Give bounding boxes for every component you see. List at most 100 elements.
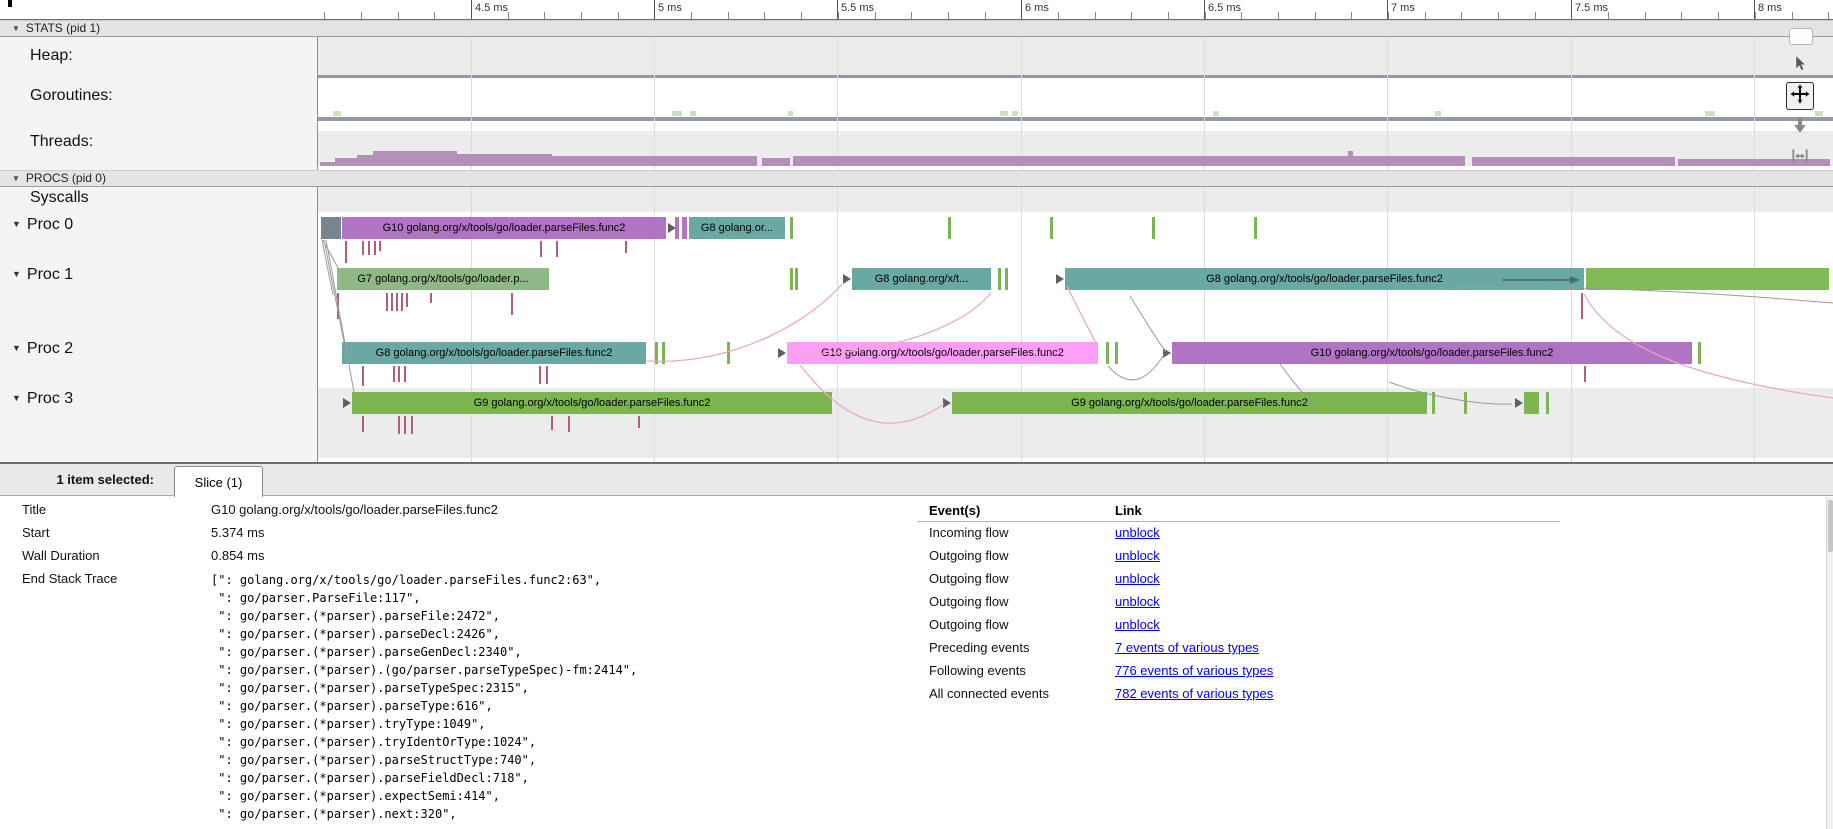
heap-track-bg[interactable] bbox=[318, 37, 1833, 75]
timeline-view[interactable]: 4.5 ms5 ms5.5 ms6 ms6.5 ms7 ms7.5 ms8 ms… bbox=[0, 0, 1833, 462]
trace-slice[interactable] bbox=[790, 217, 793, 239]
instant-event-tick[interactable] bbox=[638, 416, 640, 428]
trace-slice[interactable] bbox=[662, 342, 665, 364]
ruler-minor-tick bbox=[1315, 12, 1316, 19]
procs-group-header[interactable]: ▼PROCS (pid 0) bbox=[0, 170, 1833, 187]
instant-event-tick[interactable] bbox=[406, 293, 408, 307]
goroutines-track-bg[interactable] bbox=[318, 78, 1833, 117]
instant-event-tick[interactable] bbox=[374, 241, 376, 255]
event-link[interactable]: unblock bbox=[1115, 617, 1160, 632]
trace-slice[interactable]: G9 golang.org/x/tools/go/loader.parseFil… bbox=[952, 392, 1427, 414]
instant-event-tick[interactable] bbox=[386, 293, 388, 311]
trace-slice[interactable] bbox=[795, 268, 798, 290]
trace-slice[interactable] bbox=[1464, 392, 1467, 414]
event-link[interactable]: unblock bbox=[1115, 594, 1160, 609]
trace-slice[interactable]: G7 golang.org/x/tools/go/loader.p... bbox=[337, 268, 549, 290]
trace-slice[interactable] bbox=[1524, 392, 1539, 414]
instant-event-tick[interactable] bbox=[393, 366, 395, 382]
event-link[interactable]: unblock bbox=[1115, 525, 1160, 540]
flow-event-curve bbox=[326, 240, 354, 392]
instant-event-tick[interactable] bbox=[398, 366, 400, 382]
instant-event-tick[interactable] bbox=[1581, 293, 1583, 319]
instant-event-tick[interactable] bbox=[568, 416, 570, 432]
ruler-major-tick bbox=[1571, 0, 1572, 19]
trace-slice[interactable] bbox=[1586, 268, 1829, 290]
instant-event-tick[interactable] bbox=[362, 416, 364, 432]
trace-slice[interactable]: G8 golang.org/x/t... bbox=[852, 268, 991, 290]
timing-tool-button[interactable] bbox=[1786, 144, 1814, 172]
event-link[interactable]: unblock bbox=[1115, 571, 1160, 586]
trace-slice[interactable] bbox=[682, 217, 687, 239]
pan-icon bbox=[1790, 84, 1810, 109]
instant-event-tick[interactable] bbox=[396, 293, 398, 311]
instant-event-tick[interactable] bbox=[404, 366, 406, 382]
instant-event-tick[interactable] bbox=[368, 241, 370, 255]
trace-slice[interactable] bbox=[655, 342, 658, 364]
trace-slice[interactable] bbox=[1050, 217, 1053, 239]
trace-slice[interactable] bbox=[1115, 342, 1118, 364]
stats-group-header[interactable]: ▼STATS (pid 1) bbox=[0, 20, 1833, 37]
instant-event-tick[interactable] bbox=[362, 366, 364, 386]
trace-slice[interactable] bbox=[998, 268, 1001, 290]
instant-event-tick[interactable] bbox=[540, 241, 542, 257]
instant-event-tick[interactable] bbox=[625, 241, 627, 253]
event-link[interactable]: 776 events of various types bbox=[1115, 663, 1273, 678]
flow-arrowhead-icon bbox=[668, 223, 676, 233]
trace-slice[interactable]: G10 golang.org/x/tools/go/loader.parseFi… bbox=[342, 217, 666, 239]
trace-slice[interactable] bbox=[790, 268, 793, 290]
event-link[interactable]: 7 events of various types bbox=[1115, 640, 1259, 655]
instant-event-tick[interactable] bbox=[401, 293, 403, 311]
gridline bbox=[1754, 20, 1755, 462]
minimap-box[interactable] bbox=[1789, 28, 1813, 45]
trace-slice[interactable]: G8 golang.org/x/tools/go/loader.parseFil… bbox=[342, 342, 646, 364]
instant-event-tick[interactable] bbox=[511, 293, 513, 315]
instant-event-tick[interactable] bbox=[539, 366, 541, 384]
trace-slice[interactable] bbox=[1698, 342, 1701, 364]
instant-event-tick[interactable] bbox=[391, 293, 393, 311]
instant-event-tick[interactable] bbox=[430, 293, 432, 303]
instant-event-tick[interactable] bbox=[345, 241, 347, 263]
instant-event-tick[interactable] bbox=[337, 293, 339, 319]
instant-event-tick[interactable] bbox=[404, 416, 406, 434]
trace-slice[interactable]: G10 golang.org/x/tools/go/loader.parseFi… bbox=[1172, 342, 1692, 364]
timeline-ruler[interactable]: 4.5 ms5 ms5.5 ms6 ms6.5 ms7 ms7.5 ms8 ms bbox=[0, 0, 1833, 20]
trace-slice[interactable] bbox=[1254, 217, 1257, 239]
goroutine-activity-mark bbox=[1012, 111, 1018, 116]
trace-slice[interactable]: G10 golang.org/x/tools/go/loader.parseFi… bbox=[787, 342, 1098, 364]
trace-slice[interactable] bbox=[948, 217, 951, 239]
ruler-major-tick bbox=[837, 0, 838, 19]
instant-event-tick[interactable] bbox=[398, 416, 400, 434]
track-label-heap: Heap: bbox=[30, 47, 73, 65]
instant-event-tick[interactable] bbox=[1584, 366, 1586, 382]
collapse-triangle-icon: ▼ bbox=[12, 219, 21, 229]
selection-tool-button[interactable] bbox=[1786, 51, 1814, 79]
instant-event-tick[interactable] bbox=[379, 241, 381, 251]
goroutine-activity-mark bbox=[788, 111, 793, 116]
zoom-tool-button[interactable] bbox=[1786, 113, 1814, 141]
instant-event-tick[interactable] bbox=[362, 241, 364, 255]
trace-slice[interactable] bbox=[727, 342, 730, 364]
tab-slice[interactable]: Slice (1) bbox=[174, 466, 263, 497]
trace-slice[interactable] bbox=[1546, 392, 1549, 414]
trace-slice[interactable] bbox=[1005, 268, 1008, 290]
instant-event-tick[interactable] bbox=[411, 416, 413, 434]
panel-scrollbar-thumb[interactable] bbox=[1828, 500, 1833, 552]
panel-scrollbar[interactable] bbox=[1826, 497, 1833, 829]
instant-event-tick[interactable] bbox=[546, 366, 548, 384]
syscalls-track-bg[interactable] bbox=[318, 185, 1833, 212]
trace-slice[interactable] bbox=[321, 217, 341, 239]
event-link[interactable]: 782 events of various types bbox=[1115, 686, 1273, 701]
goroutine-activity-mark bbox=[690, 111, 696, 116]
trace-slice[interactable] bbox=[1152, 217, 1155, 239]
instant-event-tick[interactable] bbox=[556, 241, 558, 257]
pan-tool-button[interactable] bbox=[1786, 82, 1814, 110]
instant-event-tick[interactable] bbox=[551, 416, 553, 430]
end-stack-trace: [": golang.org/x/tools/go/loader.parseFi… bbox=[211, 571, 637, 823]
trace-slice[interactable]: G8 golang.or... bbox=[689, 217, 785, 239]
ruler-minor-tick bbox=[324, 12, 325, 19]
trace-slice[interactable] bbox=[1432, 392, 1435, 414]
event-link[interactable]: unblock bbox=[1115, 548, 1160, 563]
trace-slice[interactable]: G8 golang.org/x/tools/go/loader.parseFil… bbox=[1065, 268, 1584, 290]
trace-slice[interactable] bbox=[1106, 342, 1109, 364]
trace-slice[interactable]: G9 golang.org/x/tools/go/loader.parseFil… bbox=[352, 392, 832, 414]
